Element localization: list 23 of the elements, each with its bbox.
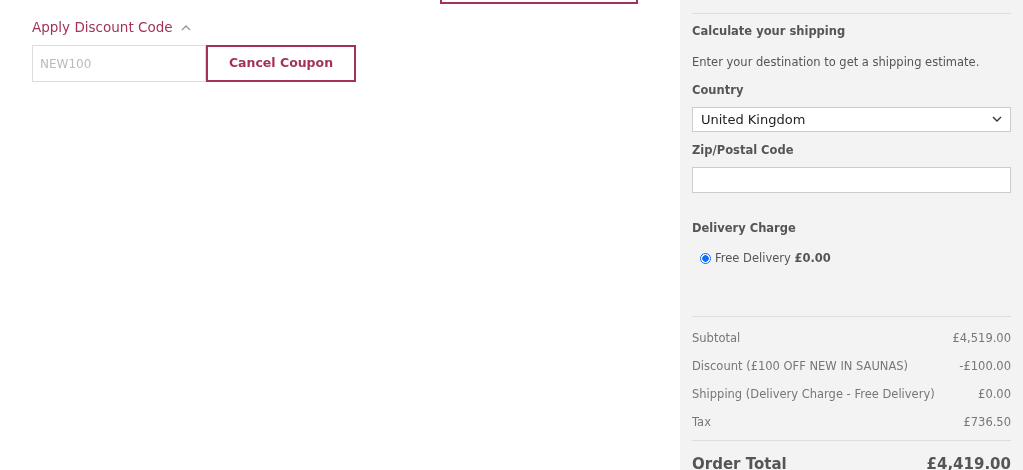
total-value: £0.00 [978, 385, 1011, 403]
section-heading: Calculate your shipping [692, 23, 847, 40]
order-total-value: £4,419.00 [926, 453, 1011, 470]
chevron-down-icon [992, 116, 1002, 123]
chevron-up-icon [180, 23, 191, 31]
total-label: Tax [692, 413, 711, 431]
total-value: -£100.00 [959, 357, 1011, 375]
field-label: Country [692, 81, 745, 99]
total-label: Subtotal [692, 329, 741, 347]
order-total-label: Order Total [692, 453, 787, 470]
cancel-coupon-button[interactable]: Cancel Coupon [206, 45, 356, 83]
total-label: Shipping (Delivery Charge - Free Delivery) [692, 385, 935, 403]
shipping-intro: Enter your destination to get a shipping estimate. [692, 54, 981, 72]
radio-button[interactable] [700, 253, 711, 265]
country-select[interactable]: United Kingdom [692, 106, 1011, 132]
total-value: £736.50 [963, 413, 1011, 431]
delivery-option-label: Free Delivery £0.00 [715, 250, 831, 268]
discount-toggle[interactable]: Apply Discount Code [32, 17, 191, 38]
zip-code-field[interactable] [692, 167, 1011, 193]
field-label: Zip/Postal Code [692, 141, 795, 159]
section-heading: Delivery Charge [692, 220, 797, 237]
total-label: Discount (£100 OFF NEW IN SAUNAS) [692, 357, 909, 375]
total-value: £4,519.00 [952, 329, 1011, 347]
